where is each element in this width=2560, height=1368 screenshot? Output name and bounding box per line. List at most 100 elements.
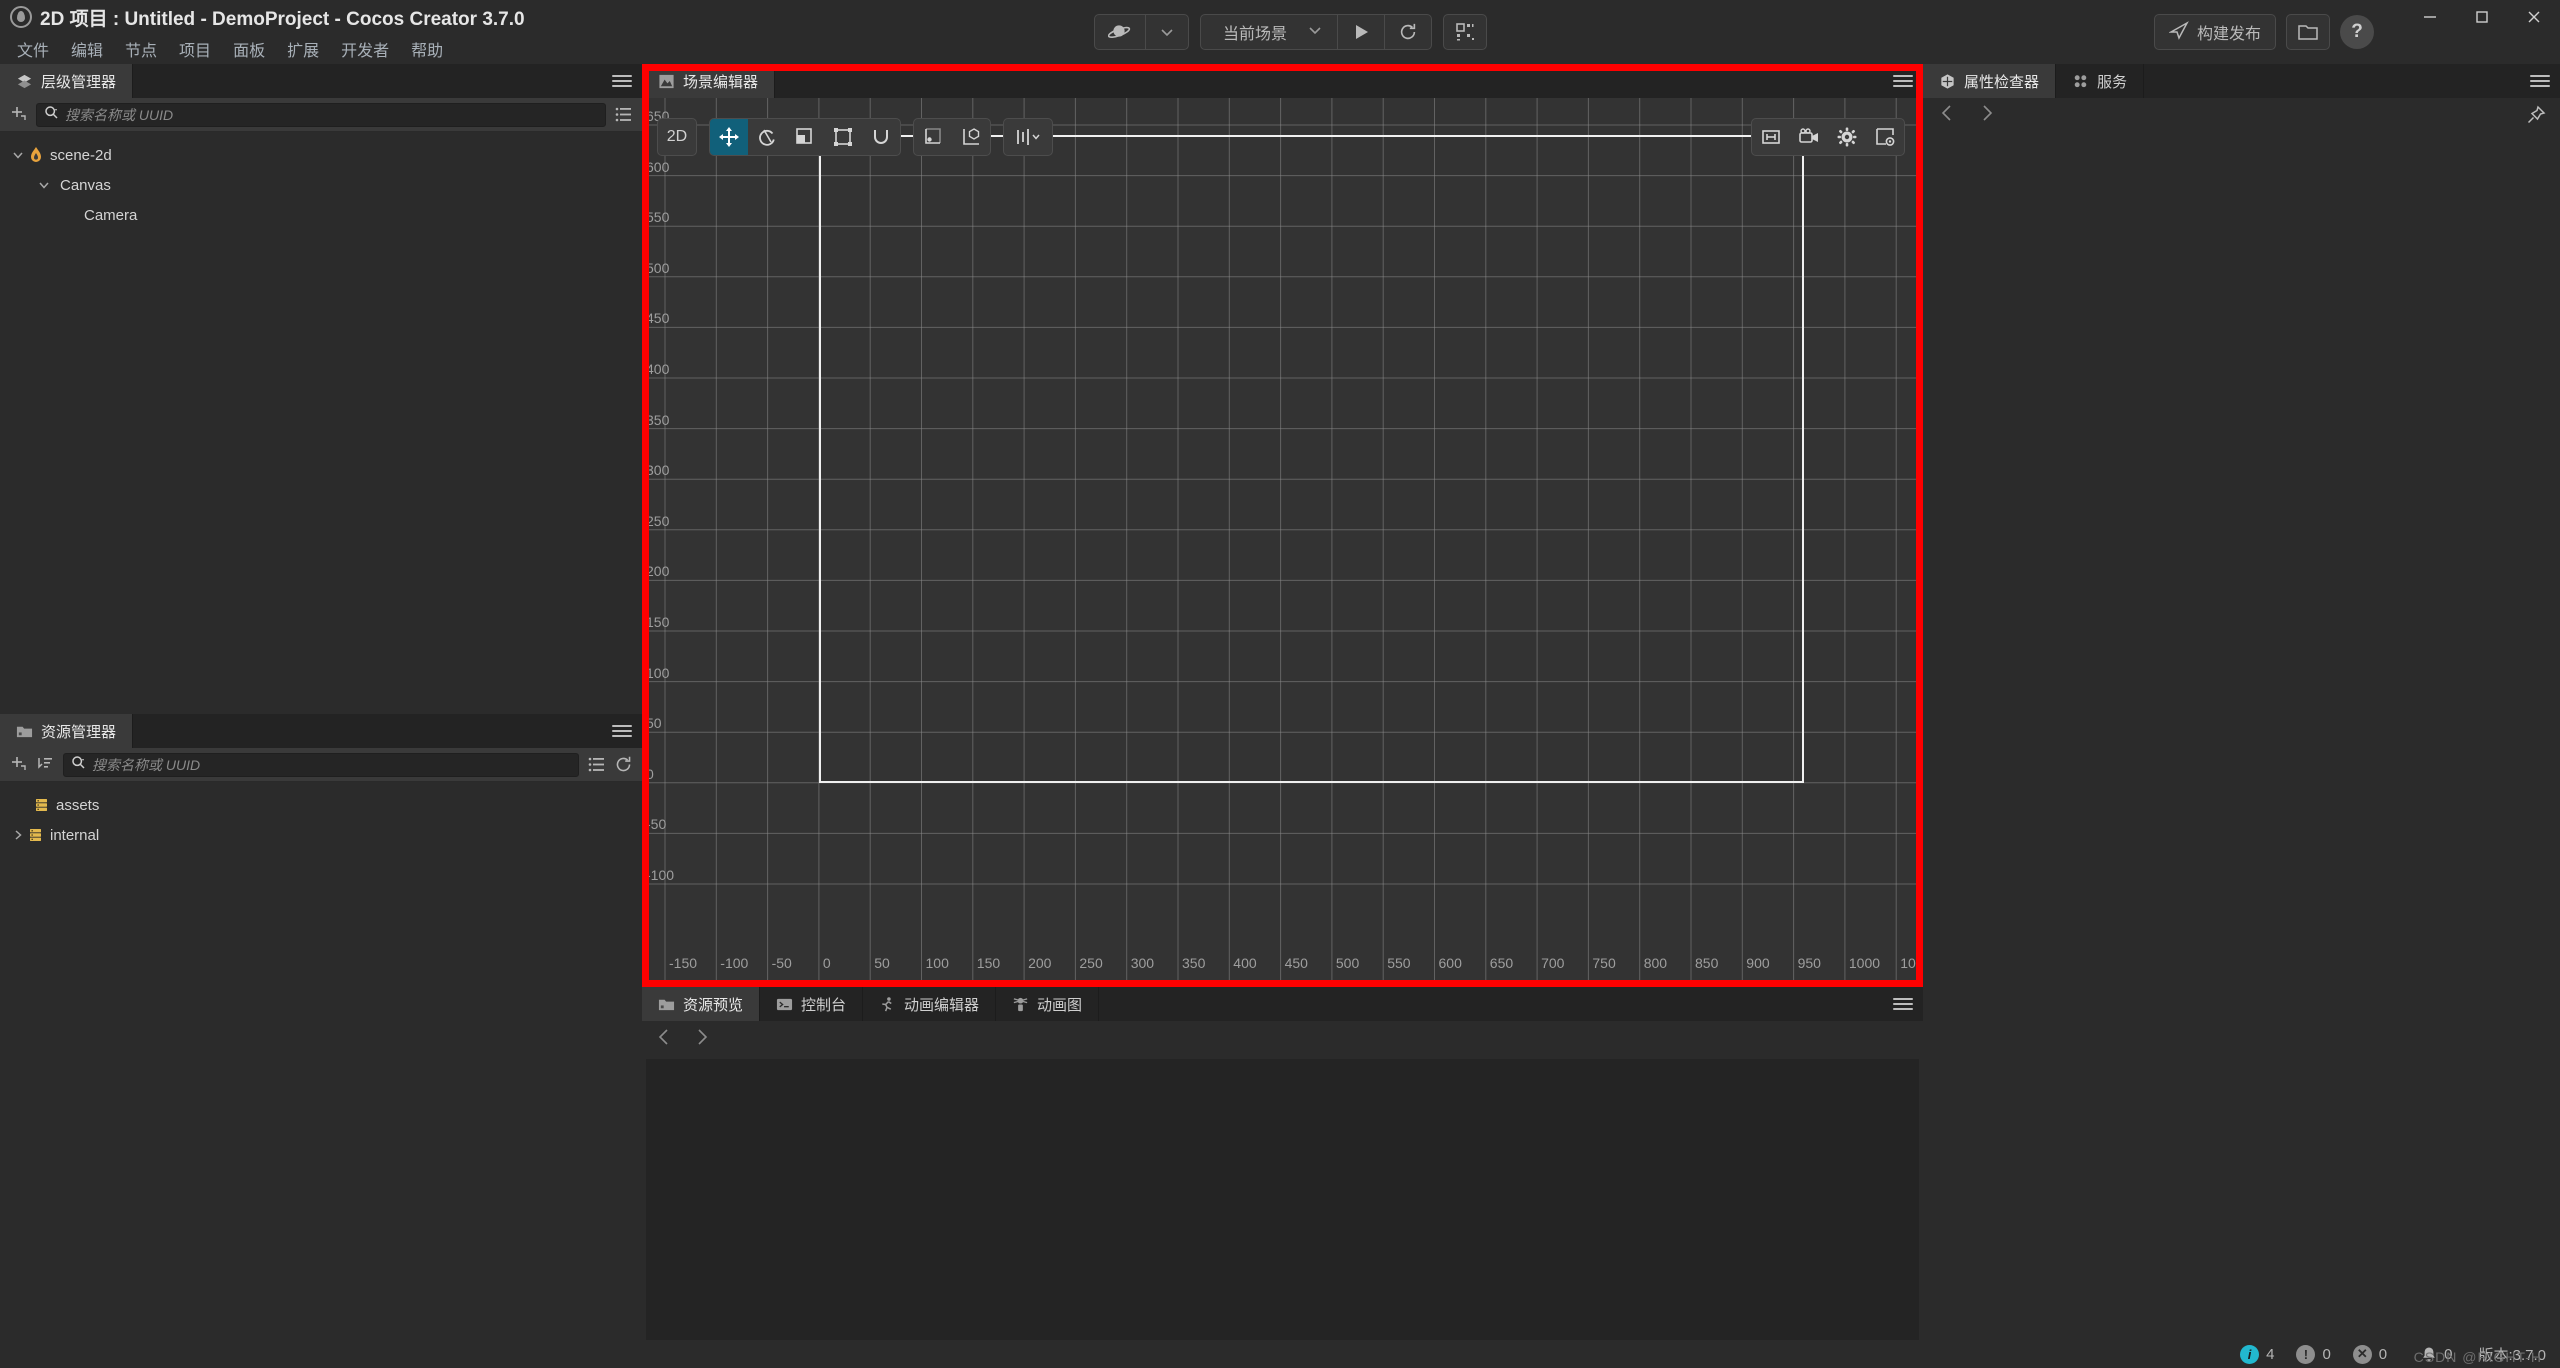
top-right-actions: 构建发布 ? [2154, 13, 2374, 51]
tab-hierarchy[interactable]: 层级管理器 [0, 64, 133, 98]
move-arrows-icon[interactable] [710, 119, 748, 155]
asset-item-label: assets [56, 797, 99, 814]
menu-extension[interactable]: 扩展 [276, 34, 330, 64]
scene-viewport[interactable]: -150-100-5005010015020025030035040045050… [642, 98, 1923, 987]
status-warning[interactable]: ! 0 [2296, 1345, 2330, 1364]
build-publish-button[interactable]: 构建发布 [2154, 14, 2276, 50]
asset-item-internal[interactable]: internal [0, 820, 642, 850]
build-publish-label: 构建发布 [2197, 20, 2261, 44]
scene-tools-left: 2D [657, 118, 1053, 156]
scene-chevron-down-icon [1307, 22, 1337, 43]
refresh-icon[interactable] [1385, 15, 1431, 49]
assets-list-view-icon[interactable] [587, 755, 606, 774]
magnet-icon[interactable] [862, 119, 900, 155]
asset-item-label: internal [50, 827, 99, 844]
menu-file[interactable]: 文件 [6, 34, 60, 64]
tab-inspector-label: 属性检查器 [1964, 71, 2039, 92]
pin-icon[interactable] [2526, 105, 2546, 130]
bottom-body [642, 1021, 1923, 1368]
menu-node[interactable]: 节点 [114, 34, 168, 64]
tab-services[interactable]: 服务 [2056, 64, 2144, 98]
pivot-center-icon[interactable] [914, 119, 952, 155]
help-button[interactable]: ? [2340, 15, 2374, 49]
grid-x-label: 350 [1182, 955, 1205, 971]
chevron-right-icon[interactable] [1979, 104, 1995, 128]
tab-inspector[interactable]: 属性检查器 [1923, 64, 2056, 98]
chevron-right-icon[interactable] [8, 829, 28, 841]
chevron-down-icon[interactable] [34, 179, 54, 191]
grid-y-label: 50 [646, 715, 662, 731]
menu-edit[interactable]: 编辑 [60, 34, 114, 64]
add-asset-icon[interactable] [9, 755, 28, 774]
chevron-left-icon[interactable] [1939, 104, 1955, 128]
minimize-icon[interactable] [2404, 0, 2456, 34]
tree-node-canvas[interactable]: Canvas [0, 170, 642, 200]
chevron-right-icon[interactable] [694, 1028, 710, 1052]
frame-icon[interactable] [1752, 119, 1790, 155]
scene-menu-hamburger-icon[interactable] [1893, 64, 1913, 98]
qr-device-icon[interactable] [1443, 14, 1487, 50]
assets-refresh-icon[interactable] [614, 755, 633, 774]
tree-node-label: scene-2d [50, 147, 112, 164]
db-folder-icon [34, 797, 50, 813]
planet-icon[interactable] [1095, 15, 1146, 49]
grid-x-label: 50 [874, 955, 890, 971]
info-icon: i [2240, 1345, 2259, 1364]
hierarchy-menu-hamburger-icon[interactable] [612, 64, 632, 98]
tab-animation-editor-label: 动画编辑器 [904, 994, 979, 1015]
rect-transform-icon[interactable] [824, 119, 862, 155]
gear-icon[interactable] [1828, 119, 1866, 155]
status-error[interactable]: ✕ 0 [2353, 1345, 2387, 1364]
folder-icon[interactable] [2286, 14, 2330, 50]
menu-help[interactable]: 帮助 [400, 34, 454, 64]
tree-node-scene-2d[interactable]: scene-2d [0, 140, 642, 170]
tab-animation-graph[interactable]: 动画图 [996, 987, 1099, 1021]
tab-asset-preview[interactable]: 资源预览 [642, 987, 760, 1021]
canvas-bounds-rect [819, 135, 1804, 783]
inspector-icon [1939, 73, 1956, 90]
assets-search-input[interactable] [92, 757, 571, 773]
status-warn-count: 0 [2322, 1346, 2330, 1363]
grid-x-label: 0 [823, 955, 831, 971]
close-icon[interactable] [2508, 0, 2560, 34]
asset-item-assets[interactable]: assets [0, 790, 642, 820]
menu-panel[interactable]: 面板 [222, 34, 276, 64]
menu-developer[interactable]: 开发者 [330, 34, 400, 64]
chevron-down-icon[interactable] [8, 149, 28, 161]
tab-assets[interactable]: 资源管理器 [0, 714, 133, 748]
status-notifications[interactable]: 0 [2421, 1346, 2452, 1363]
assets-search-box[interactable] [63, 753, 579, 777]
grid-x-label: 450 [1285, 955, 1308, 971]
bottom-panel: 资源预览 控制台 动画 [642, 987, 1923, 1368]
hierarchy-search-input[interactable] [65, 107, 598, 123]
tab-animation-editor[interactable]: 动画编辑器 [863, 987, 996, 1021]
tab-services-label: 服务 [2097, 71, 2127, 92]
hierarchy-list-view-icon[interactable] [614, 105, 633, 124]
scene-selector[interactable]: 当前场景 [1201, 15, 1338, 49]
sliders-icon[interactable] [1004, 119, 1052, 155]
platform-chevron-down-icon[interactable] [1146, 15, 1188, 49]
pivot-coord-group [913, 118, 991, 156]
scale-icon[interactable] [786, 119, 824, 155]
grid-x-label: 550 [1387, 955, 1410, 971]
maximize-icon[interactable] [2456, 0, 2508, 34]
tab-console[interactable]: 控制台 [760, 987, 863, 1021]
chevron-left-icon[interactable] [656, 1028, 672, 1052]
play-icon[interactable] [1338, 15, 1385, 49]
sort-icon[interactable] [36, 755, 55, 774]
tab-scene-editor[interactable]: 场景编辑器 [642, 64, 775, 98]
camera-icon[interactable] [1790, 119, 1828, 155]
status-info[interactable]: i 4 [2240, 1345, 2274, 1364]
tree-node-camera[interactable]: Camera [0, 200, 642, 230]
scene-flame-icon [28, 146, 44, 164]
rotate-icon[interactable] [748, 119, 786, 155]
hierarchy-search-box[interactable] [36, 103, 606, 127]
menu-project[interactable]: 项目 [168, 34, 222, 64]
inspector-menu-hamburger-icon[interactable] [2530, 64, 2550, 98]
bottom-menu-hamburger-icon[interactable] [1893, 987, 1913, 1021]
local-global-icon[interactable] [952, 119, 990, 155]
assets-menu-hamburger-icon[interactable] [612, 714, 632, 748]
2d-toggle-button[interactable]: 2D [658, 119, 696, 155]
screen-config-icon[interactable] [1866, 119, 1904, 155]
add-node-icon[interactable] [9, 105, 28, 124]
